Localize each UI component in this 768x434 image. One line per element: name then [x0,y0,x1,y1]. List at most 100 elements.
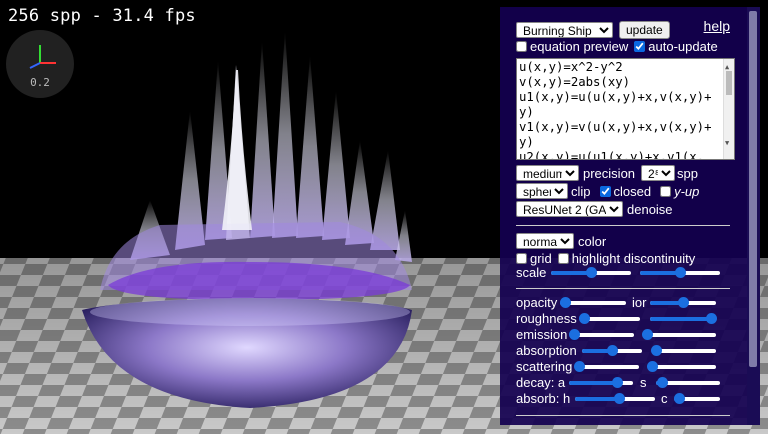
absorption-slider-2[interactable] [651,345,716,356]
precision-label: precision [583,165,636,181]
ior-slider[interactable] [650,297,716,308]
control-panel: Burning Ship update help equation previe… [500,7,760,425]
slider-knob[interactable] [673,393,685,404]
slider-track[interactable] [647,333,716,337]
slider-knob[interactable] [569,329,580,340]
y-up-label: y-up [674,183,700,199]
denoise-label: denoise [627,201,673,217]
closed-label: closed [613,183,652,199]
equation-line: u1(x,y)=u(u(x,y)+x,v(x,y)+ [519,90,712,104]
decay-s-slider[interactable] [656,377,720,388]
equation-line: v(x,y)=2abs(xy) [519,75,631,89]
clip-row: sphere clip closed y-up [516,183,699,199]
absorb-h-label: absorb: h [516,391,571,406]
divider [516,288,730,289]
slider-knob[interactable] [614,393,625,404]
equation-line: y) [519,135,534,149]
divider [516,225,730,226]
fps-counter: 256 spp - 31.4 fps [8,6,196,26]
opacity-label: opacity [516,295,558,310]
denoise-select[interactable]: ResUNet 2 (GAN) [516,201,623,217]
roughness-label: roughness [516,311,577,326]
slider-track[interactable] [652,365,716,369]
slider-fill [569,381,617,385]
roughness-slider-2[interactable] [650,313,717,324]
preset-row: Burning Ship update [516,21,670,39]
slider-knob[interactable] [647,361,658,372]
absorption-slider[interactable] [582,345,642,356]
equation-line: u2(x,y)=u(u1(x,y)+x,v1(x, [519,150,705,160]
slider-track[interactable] [579,365,639,369]
spp-select[interactable]: 2⁸ [641,165,676,181]
slider-knob[interactable] [675,267,686,278]
preset-select[interactable]: Burning Ship [516,22,613,38]
slider-knob[interactable] [612,377,623,388]
slider-knob[interactable] [678,297,689,308]
equation-scrollbar[interactable]: ▲ ▼ [723,59,734,159]
spp-label: spp [677,165,698,181]
clip-label: clip [571,183,591,199]
help-link[interactable]: help [704,18,730,34]
emission-slider-2[interactable] [642,329,716,340]
precision-select[interactable]: medium [516,165,579,181]
roughness-slider[interactable] [578,313,640,324]
scroll-down-icon[interactable]: ▼ [725,136,729,151]
scale-slider[interactable] [551,267,631,278]
absorb-h-slider[interactable] [575,393,655,404]
clip-select[interactable]: sphere [516,183,568,199]
opacity-slider[interactable] [559,297,626,308]
scale-label: scale [516,265,547,280]
color-mode-select[interactable]: normal [516,233,574,249]
auto-update-label: auto-update [648,39,718,54]
panel-scroll-thumb[interactable] [749,11,757,367]
highlight-discontinuity-label: highlight discontinuity [571,251,696,266]
denoise-row: ResUNet 2 (GAN) denoise [516,201,673,217]
slider-track[interactable] [574,333,634,337]
scattering-slider[interactable] [574,361,639,372]
slider-knob[interactable] [578,313,590,324]
slider-knob[interactable] [651,345,662,356]
equation-line: v1(x,y)=v(u(x,y)+x,v(x,y)+ [519,120,712,134]
slider-knob[interactable] [586,267,597,278]
grid-row: grid highlight discontinuity [516,251,695,266]
grid-checkbox[interactable] [516,253,527,264]
slider-fill [650,317,711,321]
auto-update-checkbox[interactable] [634,41,646,52]
closed-checkbox[interactable] [599,185,611,197]
equation-preview-label: equation preview [530,39,629,54]
absorption-label: absorption [516,343,577,358]
scale-slider-2[interactable] [640,267,720,278]
axis-scale-label: 0.2 [30,76,50,89]
emission-slider[interactable] [569,329,634,340]
update-button[interactable]: update [619,21,670,39]
decay-a-label: decay: a [516,375,566,390]
ior-label: ior [632,295,647,310]
equation-scroll-thumb[interactable] [726,71,732,95]
color-row: normal color [516,233,606,249]
slider-fill [551,271,591,275]
slider-knob[interactable] [607,345,618,356]
panel-scrollbar[interactable] [747,7,760,425]
absorb-c-label: c [661,391,668,406]
preview-row: equation preview auto-update [516,39,718,54]
absorb-c-slider[interactable] [673,393,720,404]
slider-track[interactable] [656,349,716,353]
y-up-checkbox[interactable] [660,185,672,197]
decay-s-label: s [640,375,647,390]
equation-preview-checkbox[interactable] [516,41,527,52]
equation-line: y) [519,105,534,119]
slider-knob[interactable] [642,329,653,340]
axis-gizmo[interactable]: 0.2 [6,30,74,98]
grid-label: grid [530,251,552,266]
equation-textarea[interactable]: u(x,y)=x^2-y^2 v(x,y)=2abs(xy) u1(x,y)=u… [516,58,735,160]
slider-knob[interactable] [559,297,571,308]
slider-fill [640,271,680,275]
slider-knob[interactable] [574,361,585,372]
highlight-discontinuity-checkbox[interactable] [557,253,569,264]
divider [516,415,730,416]
scattering-label: scattering [516,359,573,374]
slider-knob[interactable] [657,377,669,388]
slider-knob[interactable] [705,313,717,324]
scattering-slider-2[interactable] [647,361,716,372]
decay-a-slider[interactable] [569,377,633,388]
